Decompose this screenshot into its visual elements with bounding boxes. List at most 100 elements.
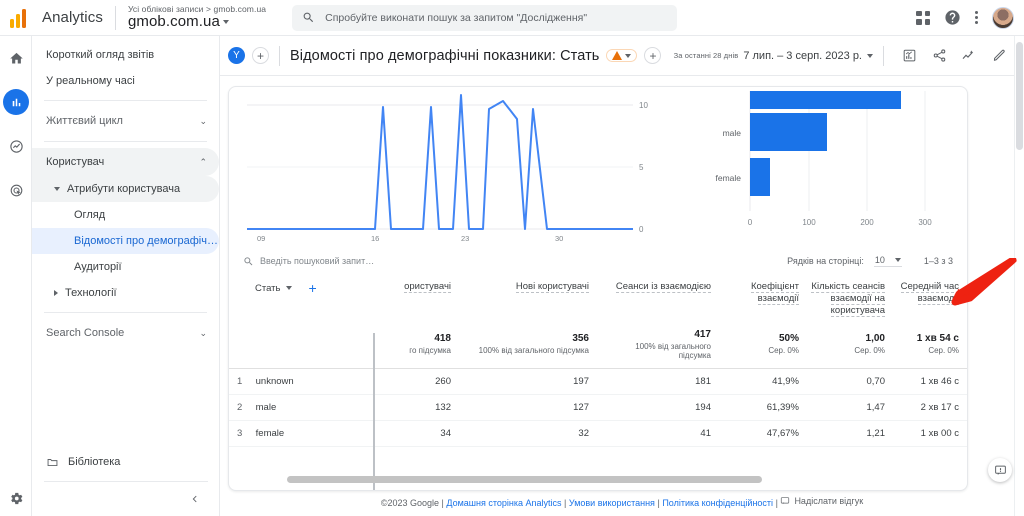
column-header-new-users[interactable]: Нові користувачі	[461, 275, 599, 323]
rail-item-explore[interactable]	[0, 124, 32, 168]
sidebar-item-label: Атрибути користувача	[67, 183, 181, 195]
totals-sub: го підсумка	[409, 346, 451, 356]
column-header-engagement-rate[interactable]: Коефіцієнт взаємодії	[721, 275, 809, 323]
footer-link-privacy[interactable]: Політика конфіденційності	[662, 498, 773, 508]
table-horizontal-scrollbar[interactable]	[287, 476, 762, 483]
users-over-time-line-chart[interactable]: 09 лип. 16 23 30 10 5 0	[235, 91, 655, 251]
row-cell-avg-time: 1 хв 46 с	[895, 368, 967, 395]
sidebar-item-user-attributes[interactable]: Атрибути користувача	[32, 176, 219, 202]
dimension-label: Стать	[255, 282, 281, 294]
sidebar-item-realtime[interactable]: У реальному часі	[32, 68, 219, 94]
scrollbar-thumb[interactable]	[1015, 42, 1023, 150]
svg-text:female: female	[715, 173, 741, 183]
row-name[interactable]: female	[256, 428, 285, 439]
svg-text:300: 300	[918, 218, 932, 227]
footer-link-analytics-home[interactable]: Домашня сторінка Analytics	[446, 498, 561, 508]
row-dimension-cell: 3 female	[229, 420, 373, 447]
explore-icon	[9, 139, 23, 153]
share-button[interactable]	[924, 41, 954, 71]
table-toolbar: Введіть пошуковий запит… Рядків на сторі…	[229, 247, 967, 275]
sidebar-nav: Короткий огляд звітів У реальному часі Ж…	[32, 36, 220, 516]
chevron-down-icon	[867, 53, 873, 58]
table-row[interactable]: 3 female 34 32 41 47,67% 1,21 1 хв 00 с	[229, 420, 967, 447]
sidebar-collapse-button[interactable]	[32, 482, 220, 516]
footer-feedback-button[interactable]: Надіслати відгук	[780, 496, 863, 506]
chevron-down-icon: ⌄	[199, 115, 207, 126]
row-cell-avg-time: 2 хв 17 с	[895, 394, 967, 421]
feedback-fab-button[interactable]	[988, 458, 1012, 482]
chevron-down-icon	[894, 258, 901, 262]
row-cell-engagement-rate: 61,39%	[721, 394, 809, 421]
sidebar-divider	[44, 312, 207, 313]
row-name[interactable]: unknown	[256, 376, 294, 387]
sidebar-item-demographic-details[interactable]: Відомості про демографіч…	[32, 228, 219, 254]
totals-cell-sessions-per-user: 1,00 Сер. 0%	[809, 322, 895, 369]
add-comparison-button[interactable]: +	[252, 47, 269, 64]
apps-grid-icon[interactable]	[916, 10, 930, 25]
date-range-picker[interactable]: 7 лип. – 3 серп. 2023 р.	[743, 50, 873, 62]
rail-item-advertising[interactable]	[0, 168, 32, 212]
column-header-users[interactable]: ористувачі	[373, 275, 461, 323]
column-header-avg-engagement-time[interactable]: Середній час взаємодії	[895, 275, 967, 323]
rows-per-page-select[interactable]: 10	[873, 255, 902, 267]
global-search-input[interactable]: Спробуйте виконати пошук за запитом "Дос…	[292, 4, 678, 31]
column-header-label: Коефіцієнт взаємодії	[750, 281, 799, 305]
sidebar-item-tech[interactable]: Технології	[32, 280, 219, 306]
totals-cell-engaged-sessions: 417 100% від загального підсумка	[599, 322, 721, 369]
rail-item-home[interactable]	[0, 36, 32, 80]
column-header-engaged-sessions-per-user[interactable]: Кількість сеансів взаємодії на користува…	[809, 275, 895, 323]
sidebar-item-reports-snapshot[interactable]: Короткий огляд звітів	[32, 42, 219, 68]
rail-item-reports[interactable]	[0, 80, 32, 124]
row-cell-engagement-rate: 41,9%	[721, 368, 809, 395]
row-cell-sessions-per-user: 1,21	[809, 420, 895, 447]
sidebar-item-library[interactable]: Бібліотека	[32, 447, 220, 477]
table-row[interactable]: 1 unknown 260 197 181 41,9% 0,70 1 хв 46…	[229, 368, 967, 395]
row-cell-users: 132	[373, 394, 461, 421]
row-name[interactable]: male	[256, 402, 277, 413]
row-dimension-cell: 1 unknown	[229, 368, 373, 395]
svg-text:09: 09	[257, 234, 265, 241]
table-search-input[interactable]: Введіть пошуковий запит…	[243, 256, 374, 267]
rows-per-page-label: Рядків на сторінці:	[787, 256, 864, 266]
sidebar-group-user[interactable]: Користувач ⌃	[32, 148, 219, 176]
totals-cell-new-users: 356 100% від загального підсумка	[461, 322, 599, 369]
report-panel: 09 лип. 16 23 30 10 5 0	[228, 86, 968, 491]
header-divider	[279, 45, 280, 66]
user-avatar[interactable]	[992, 6, 1014, 29]
header-divider	[114, 5, 116, 30]
footer-link-terms[interactable]: Умови використання	[569, 498, 655, 508]
kebab-menu-icon[interactable]	[975, 11, 978, 24]
account-selector[interactable]: Усі облікові записи > gmob.com.ua gmob.c…	[128, 5, 266, 30]
totals-value: 1 хв 54 с	[916, 333, 959, 345]
insight-badge[interactable]: Y	[228, 47, 245, 64]
totals-sub: 100% від загального підсумка	[635, 341, 711, 360]
sidebar-item-audiences[interactable]: Аудиторії	[32, 254, 219, 280]
page-vertical-scrollbar[interactable]	[1014, 36, 1024, 516]
gender-bar-chart[interactable]: male female 0 100 200 300	[667, 91, 967, 247]
table-row[interactable]: 2 male 132 127 194 61,39% 1,47 2 хв 17 с	[229, 394, 967, 421]
edit-button[interactable]	[984, 41, 1014, 71]
insights-button[interactable]	[954, 41, 984, 71]
sidebar-item-overview[interactable]: Огляд	[32, 202, 219, 228]
column-header-label: Сеанси із взаємодією	[615, 281, 711, 293]
column-header-engaged-sessions[interactable]: Сеанси із взаємодією	[599, 275, 721, 323]
triangle-right-icon	[54, 290, 58, 296]
sidebar-group-search-console[interactable]: Search Console ⌄	[32, 319, 219, 347]
property-name-label: gmob.com.ua	[127, 13, 220, 31]
row-index: 2	[237, 401, 243, 413]
help-circle-icon[interactable]	[944, 9, 961, 26]
rail-item-settings[interactable]	[0, 491, 32, 506]
table-search-placeholder: Введіть пошуковий запит…	[260, 256, 375, 266]
add-filter-button[interactable]: +	[644, 47, 662, 64]
icon-rail	[0, 36, 32, 516]
compare-button[interactable]	[894, 41, 924, 71]
add-dimension-button[interactable]: +	[308, 281, 316, 295]
chevron-down-icon	[222, 19, 229, 24]
totals-cell-avg-time: 1 хв 54 с Сер. 0%	[895, 322, 967, 369]
dimension-selector[interactable]: Стать	[255, 282, 293, 294]
bar-chart-svg: male female 0 100 200 300	[715, 91, 932, 227]
data-warning-chip[interactable]	[606, 49, 638, 62]
report-action-icons	[894, 41, 1014, 71]
sidebar-group-label: Search Console	[46, 327, 125, 339]
sidebar-group-lifecycle[interactable]: Життєвий цикл ⌄	[32, 107, 219, 135]
